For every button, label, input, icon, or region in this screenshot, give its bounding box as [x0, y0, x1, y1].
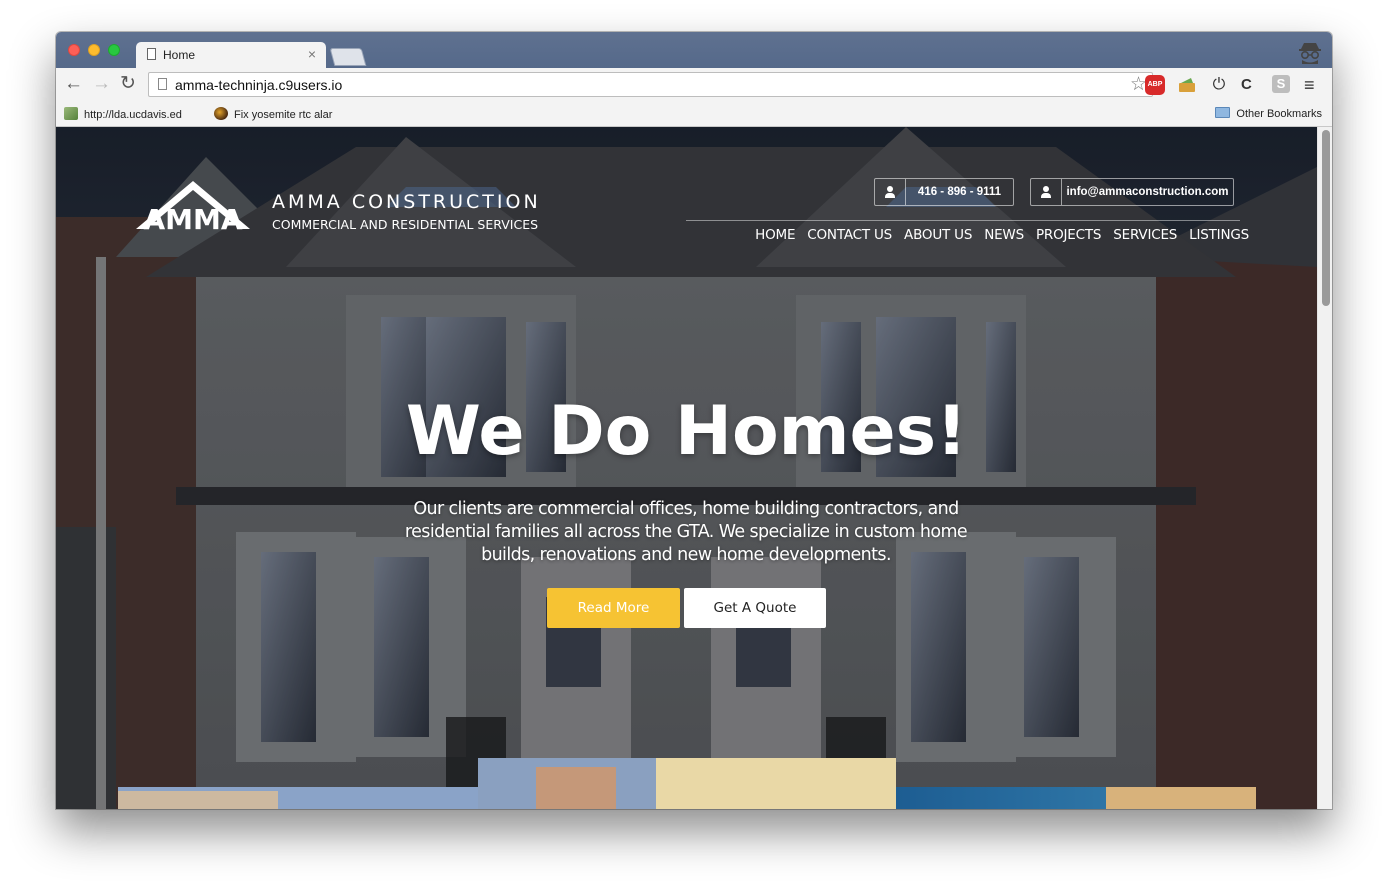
email-address: info@ammaconstruction.com — [1066, 186, 1229, 198]
new-tab-button[interactable] — [329, 48, 367, 66]
hero-title: We Do Homes! — [405, 392, 968, 471]
bookmark-label: http://lda.ucdavis.ed — [84, 109, 182, 121]
s-extension-button[interactable]: S — [1272, 75, 1292, 95]
power-icon: ⏻ — [1212, 76, 1226, 93]
tab-close-icon[interactable]: × — [308, 46, 316, 62]
folder-icon — [1215, 107, 1231, 118]
hero-description: Our clients are commercial offices, home… — [404, 499, 968, 565]
nav-home[interactable]: HOME — [755, 227, 795, 243]
bookmark-item[interactable]: Fix yosemite rtc alar — [214, 107, 332, 121]
browser-menu-button[interactable]: ≡ — [1304, 75, 1324, 95]
page-scrollbar[interactable] — [1317, 127, 1332, 809]
amma-logo[interactable]: AMMA — [134, 179, 252, 231]
main-navigation: HOME CONTACT US ABOUT US NEWS PROJECTS S… — [755, 227, 1249, 243]
user-icon — [1031, 179, 1062, 205]
brand-tagline: COMMERCIAL AND RESIDENTIAL SERVICES — [272, 217, 539, 232]
nav-listings[interactable]: LISTINGS — [1189, 227, 1249, 243]
wallet-extension-button[interactable] — [1177, 75, 1197, 95]
page-icon — [158, 78, 167, 90]
brand-name: AMMA CONSTRUCTION — [272, 191, 541, 213]
nav-news[interactable]: NEWS — [984, 227, 1024, 243]
s-extension-icon: S — [1272, 75, 1290, 93]
tab-strip: Home × — [56, 32, 1332, 68]
incognito-icon — [1299, 43, 1321, 64]
user-icon — [875, 179, 906, 205]
close-window-button[interactable] — [68, 44, 80, 56]
yosemite-favicon-icon — [214, 107, 228, 120]
reload-button[interactable]: ↻ — [120, 74, 136, 94]
read-more-button[interactable]: Read More — [547, 588, 680, 628]
wallet-icon — [1179, 78, 1195, 92]
other-bookmarks-folder[interactable]: Other Bookmarks — [1215, 107, 1322, 120]
url-text[interactable]: amma-techninja.c9users.io — [175, 77, 342, 93]
phone-contact[interactable]: 416 - 896 - 9111 — [874, 178, 1014, 206]
header-divider — [686, 220, 1240, 221]
logo-text: AMMA — [143, 203, 242, 231]
tab-title: Home — [163, 48, 196, 62]
adblock-extension-button[interactable]: ABP — [1145, 75, 1165, 95]
nav-services[interactable]: SERVICES — [1113, 227, 1177, 243]
browser-toolbar: ← → ↻ amma-techninja.c9users.io ☆ ABP ⏻ … — [56, 68, 1332, 103]
nav-projects[interactable]: PROJECTS — [1036, 227, 1102, 243]
nav-contact-us[interactable]: CONTACT US — [807, 227, 892, 243]
zoom-window-button[interactable] — [108, 44, 120, 56]
get-a-quote-button[interactable]: Get A Quote — [684, 588, 826, 628]
scrollbar-thumb[interactable] — [1322, 130, 1330, 306]
browser-window: Home × ← → ↻ amma-techninja.c9users.io ☆… — [56, 32, 1332, 809]
c-extension-button[interactable]: C — [1241, 75, 1261, 95]
power-extension-button[interactable]: ⏻ — [1209, 75, 1229, 95]
minimize-window-button[interactable] — [88, 44, 100, 56]
bookmarks-bar: http://lda.ucdavis.ed Fix yosemite rtc a… — [56, 102, 1332, 127]
nav-about-us[interactable]: ABOUT US — [904, 227, 972, 243]
bookmark-label: Fix yosemite rtc alar — [234, 109, 333, 121]
bookmark-item[interactable]: http://lda.ucdavis.ed — [64, 107, 182, 121]
other-bookmarks-label: Other Bookmarks — [1236, 108, 1322, 120]
tab-home[interactable]: Home × — [136, 42, 326, 68]
hamburger-icon: ≡ — [1304, 75, 1315, 95]
ucdavis-favicon-icon — [64, 107, 78, 120]
page-icon — [147, 48, 156, 60]
back-button[interactable]: ← — [64, 74, 83, 94]
adblock-icon: ABP — [1145, 75, 1165, 95]
c-extension-icon: C — [1241, 76, 1252, 93]
page-viewport: AMMA AMMA CONSTRUCTION COMMERCIAL AND RE… — [56, 127, 1332, 809]
address-bar[interactable]: amma-techninja.c9users.io ☆ — [148, 72, 1153, 97]
forward-button[interactable]: → — [92, 74, 111, 94]
email-contact[interactable]: info@ammaconstruction.com — [1030, 178, 1234, 206]
phone-number: 416 - 896 - 9111 — [917, 186, 1002, 198]
